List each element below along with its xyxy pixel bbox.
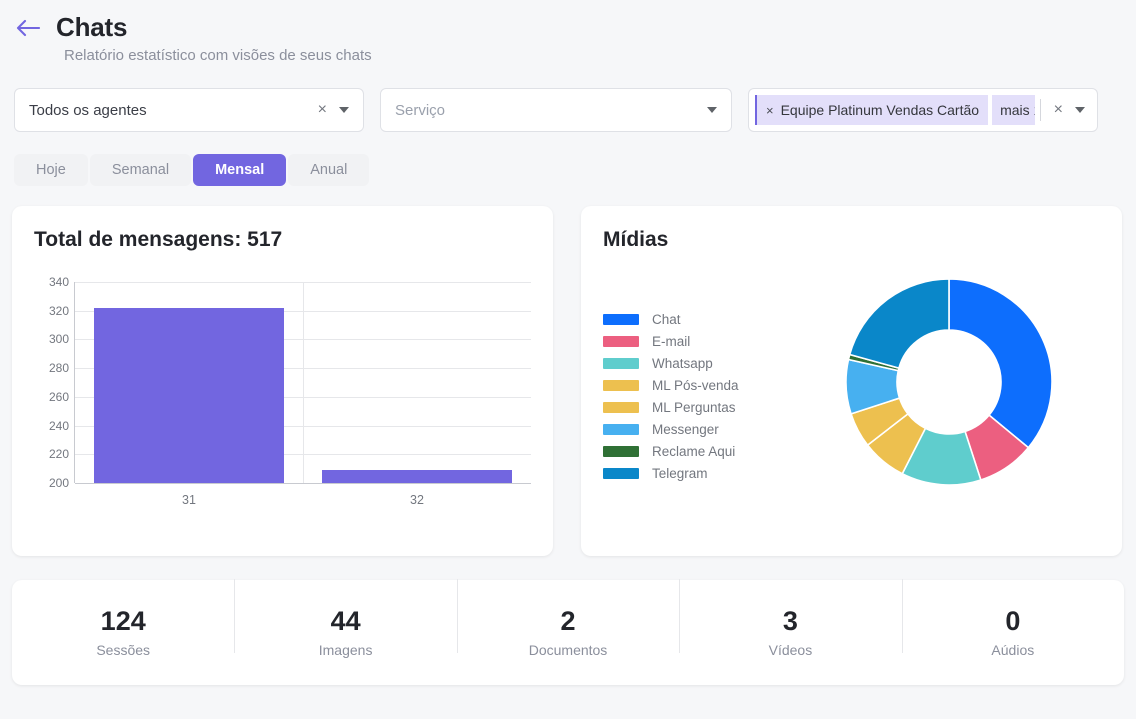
stat-value: 44 <box>330 605 361 636</box>
stat-item: 0 Aúdios <box>901 578 1124 659</box>
legend-item[interactable]: Chat <box>603 308 798 330</box>
total-messages-title: Total de mensagens: 517 <box>34 228 283 251</box>
stat-label: Vídeos <box>768 642 813 659</box>
chevron-down-icon[interactable] <box>1075 107 1085 113</box>
legend-item[interactable]: Messenger <box>603 418 798 440</box>
donut-slice[interactable] <box>848 278 950 370</box>
legend-color-swatch <box>603 335 639 347</box>
charts-row: Total de mensagens: 517 200 220 240 260 280 3… <box>0 186 1136 556</box>
stat-item: 2 Documentos <box>456 578 679 659</box>
agents-select-value: Todos os agentes <box>29 101 147 119</box>
tab-semanal[interactable]: Semanal <box>89 154 192 186</box>
legend-color-swatch <box>603 423 639 435</box>
x-separator <box>303 282 304 483</box>
y-axis-tick-label: 220 <box>48 447 69 462</box>
y-axis-tick-label: 260 <box>48 389 69 404</box>
legend-label: Messenger <box>652 421 719 437</box>
stat-label: Aúdios <box>991 642 1035 659</box>
page-title: Chats <box>56 12 128 42</box>
bar[interactable] <box>94 307 284 483</box>
tab-hoje[interactable]: Hoje <box>14 154 88 186</box>
bar-plot-area: 200 220 240 260 280 300 320 340 31 32 <box>49 275 531 507</box>
y-axis-tick-label: 240 <box>48 418 69 433</box>
y-axis-tick-label: 200 <box>48 476 69 490</box>
tab-anual[interactable]: Anual <box>288 154 370 186</box>
page-header: Chats Relatório estatístico com visões d… <box>0 0 1136 64</box>
teams-clear-icon[interactable]: × <box>1046 102 1071 118</box>
divider <box>1039 99 1041 121</box>
y-axis-tick-label: 320 <box>48 303 69 318</box>
legend-label: ML Pós-venda <box>652 377 739 393</box>
legend-color-swatch <box>603 379 639 391</box>
legend-item[interactable]: Telegram <box>603 462 798 484</box>
stat-label: Imagens <box>318 642 373 659</box>
legend-color-swatch <box>603 313 639 325</box>
x-axis-tick-label: 31 <box>182 493 196 507</box>
stat-value: 2 <box>560 605 576 636</box>
media-title: Mídias <box>603 228 669 251</box>
media-donut-chart[interactable] <box>839 272 1059 492</box>
y-gridline: 200 <box>49 476 531 490</box>
stat-label: Sessões <box>96 642 151 659</box>
total-messages-card: Total de mensagens: 517 200 220 240 260 280 3… <box>12 206 553 556</box>
stat-item: 3 Vídeos <box>679 578 901 659</box>
media-legend: Chat E-mail Whatsapp ML Pós-venda ML Pergunt… <box>603 266 798 492</box>
legend-color-swatch <box>603 445 639 457</box>
chevron-down-icon[interactable] <box>339 107 349 113</box>
service-select[interactable]: Serviço <box>380 88 732 132</box>
teams-chip-more[interactable]: mais 1... <box>992 95 1035 125</box>
stat-value: 3 <box>782 605 798 636</box>
agents-select[interactable]: Todos os agentes × <box>14 88 364 132</box>
service-select-placeholder: Serviço <box>395 101 446 119</box>
legend-label: Reclame Aqui <box>652 443 736 459</box>
legend-item[interactable]: Whatsapp <box>603 352 798 374</box>
chip-label: Equipe Platinum Vendas Cartão <box>780 102 980 118</box>
legend-item[interactable]: ML Pós-venda <box>603 374 798 396</box>
legend-label: E-mail <box>652 333 691 349</box>
teams-chip-list: × Equipe Platinum Vendas Cartão mais 1..… <box>755 95 1035 125</box>
legend-label: Chat <box>652 311 681 327</box>
legend-label: Whatsapp <box>652 355 713 371</box>
chats-report-page: Chats Relatório estatístico com visões d… <box>0 0 1136 719</box>
period-tabs: Hoje Semanal Mensal Anual <box>0 132 1136 186</box>
stat-value: 124 <box>100 605 146 636</box>
y-axis-tick-label: 340 <box>48 275 69 289</box>
legend-item[interactable]: ML Perguntas <box>603 396 798 418</box>
legend-color-swatch <box>603 357 639 369</box>
arrow-left-icon[interactable] <box>14 14 42 42</box>
chip-remove-icon[interactable]: × <box>766 103 774 118</box>
chevron-down-icon[interactable] <box>707 107 717 113</box>
legend-item[interactable]: E-mail <box>603 330 798 352</box>
legend-label: Telegram <box>652 465 708 481</box>
stat-label: Documentos <box>528 642 608 659</box>
page-subtitle: Relatório estatístico com visões de seus… <box>64 47 372 64</box>
bar[interactable] <box>322 470 512 483</box>
tab-mensal[interactable]: Mensal <box>193 154 287 186</box>
y-axis-tick-label: 280 <box>48 361 69 376</box>
stat-item: 124 Sessões <box>12 605 234 659</box>
stats-summary-card: 124 Sessões 44 Imagens 2 Documentos 3 Vídeos 0 Aú… <box>12 578 1124 685</box>
title-row: Chats <box>14 12 1136 43</box>
chip-label: mais 1... <box>1000 102 1035 118</box>
donut-wrapper <box>798 266 1100 492</box>
donut-slice[interactable] <box>948 278 1053 449</box>
x-axis-tick-label: 32 <box>410 493 424 507</box>
legend-item[interactable]: Reclame Aqui <box>603 440 798 462</box>
media-card: Mídias Chat E-mail Whatsapp ML Pós-venda ML … <box>581 206 1122 556</box>
messages-bar-chart: 200 220 240 260 280 300 320 340 31 32 <box>34 274 531 519</box>
stat-value: 0 <box>1005 605 1021 636</box>
legend-color-swatch <box>603 467 639 479</box>
legend-color-swatch <box>603 401 639 413</box>
stat-item: 44 Imagens <box>234 578 456 659</box>
filter-bar: Todos os agentes × Serviço × Equipe Plat… <box>0 64 1136 132</box>
teams-select[interactable]: × Equipe Platinum Vendas Cartão mais 1..… <box>748 88 1098 132</box>
teams-chip[interactable]: × Equipe Platinum Vendas Cartão <box>755 95 989 125</box>
agents-clear-icon[interactable]: × <box>310 102 335 118</box>
legend-label: ML Perguntas <box>652 399 736 415</box>
media-body: Chat E-mail Whatsapp ML Pós-venda ML Pergunt… <box>603 266 1100 492</box>
y-axis-tick-label: 300 <box>48 332 69 347</box>
